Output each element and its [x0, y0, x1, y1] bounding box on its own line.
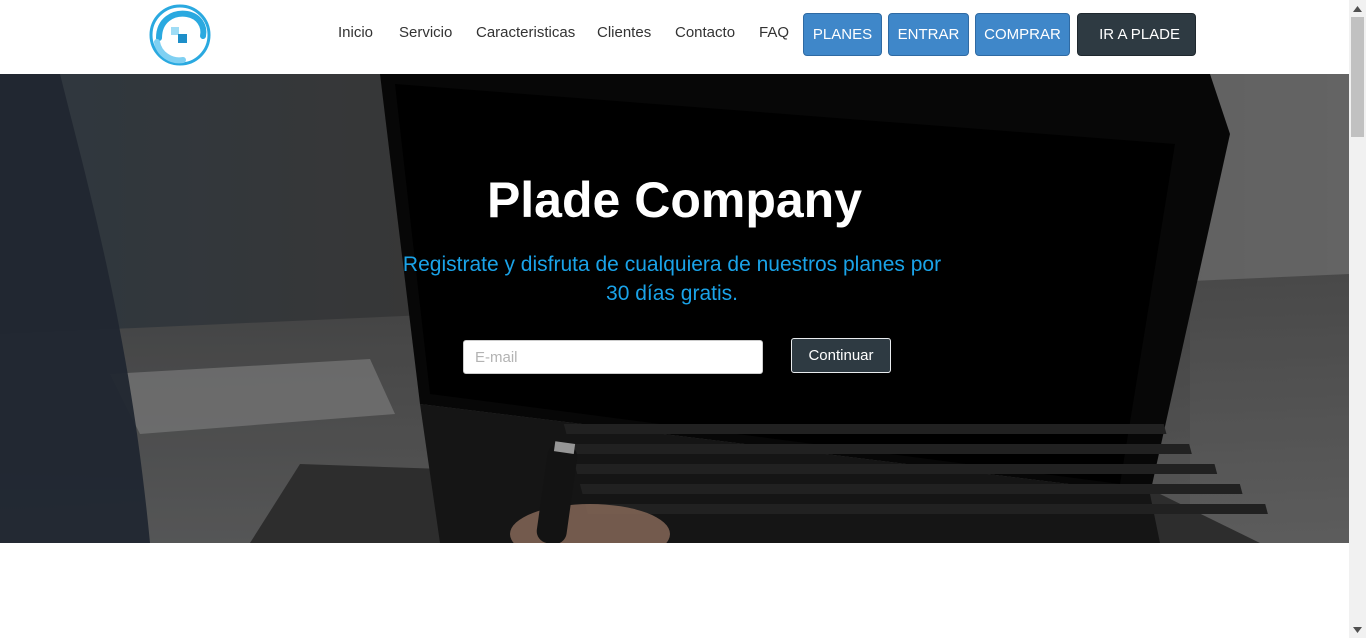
hero-background-image [0, 74, 1349, 543]
nav-link-servicio[interactable]: Servicio [399, 24, 452, 42]
planes-button[interactable]: PLANES [803, 13, 882, 56]
scrollbar-thumb[interactable] [1351, 17, 1364, 137]
nav-link-inicio[interactable]: Inicio [338, 24, 373, 42]
hero-title: Plade Company [486, 172, 863, 228]
continue-button[interactable]: Continuar [791, 338, 891, 373]
ir-a-plade-button[interactable]: IR A PLADE [1077, 13, 1196, 56]
vertical-scrollbar[interactable] [1349, 0, 1366, 638]
content-section [0, 543, 1349, 638]
nav-link-clientes[interactable]: Clientes [597, 24, 651, 42]
entrar-button[interactable]: ENTRAR [888, 13, 969, 56]
comprar-button[interactable]: COMPRAR [975, 13, 1070, 56]
hero-subtitle: Registrate y disfruta de cualquiera de n… [402, 253, 942, 305]
nav-link-caracteristicas[interactable]: Caracteristicas [476, 24, 575, 42]
hero-section: Plade Company Registrate y disfruta de c… [0, 74, 1349, 543]
page: Inicio Servicio Caracteristicas Clientes… [0, 0, 1349, 638]
nav-link-contacto[interactable]: Contacto [675, 24, 735, 42]
email-field[interactable] [463, 340, 763, 374]
site-header: Inicio Servicio Caracteristicas Clientes… [0, 0, 1349, 74]
nav-link-faq[interactable]: FAQ [759, 24, 789, 42]
scroll-up-arrow-icon[interactable] [1349, 0, 1366, 17]
scroll-down-arrow-icon[interactable] [1349, 621, 1366, 638]
plade-logo-icon[interactable] [149, 4, 211, 66]
